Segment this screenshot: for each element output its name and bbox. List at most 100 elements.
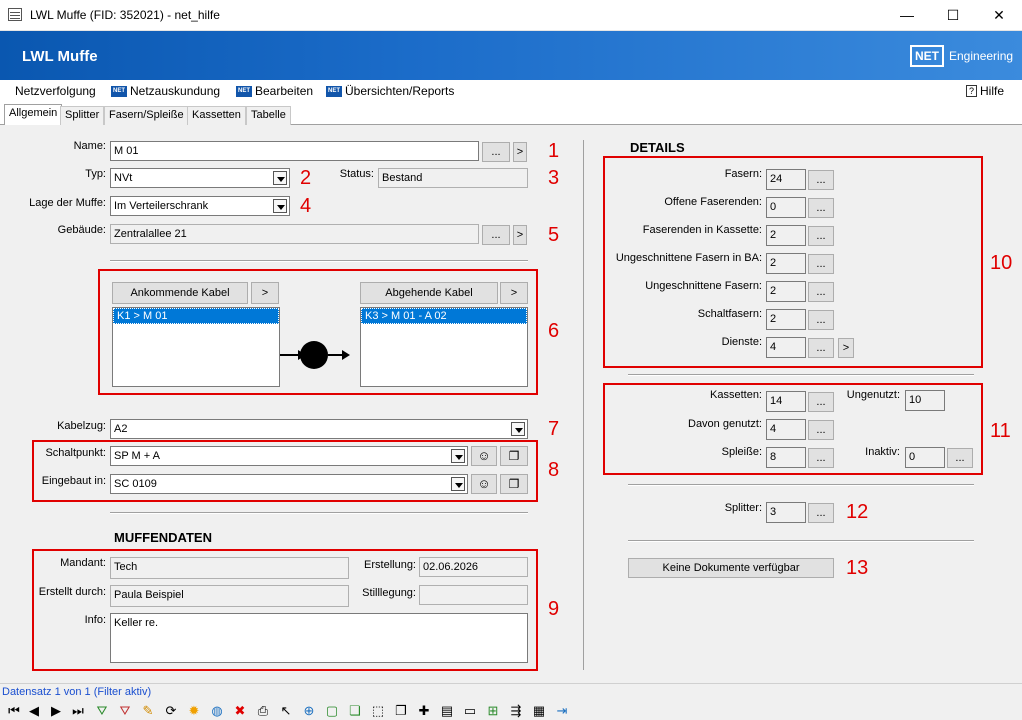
details-goto-button[interactable]: > — [838, 338, 854, 358]
incoming-cables-list[interactable]: K1 > M 01 — [112, 307, 280, 387]
details-browse-button[interactable]: ... — [808, 226, 834, 246]
info-label: Info: — [84, 614, 106, 626]
details-browse-button[interactable]: ... — [808, 310, 834, 330]
details-browse-button[interactable]: ... — [808, 198, 834, 218]
name-goto-button[interactable]: > — [513, 142, 527, 162]
delete-icon[interactable]: ✖ — [232, 703, 248, 719]
filter-add-icon[interactable]: ⛛ — [94, 703, 110, 719]
menu-netzauskundung[interactable]: NET Netzauskundung — [111, 84, 220, 98]
chevron-down-icon — [511, 422, 525, 436]
pencil-icon[interactable]: ✎ — [140, 703, 156, 719]
splitter-browse-button[interactable]: ... — [808, 503, 834, 523]
spleisse-label: Spleiße: — [721, 446, 762, 458]
menu-uebersichten[interactable]: NET Übersichten/Reports — [326, 84, 454, 98]
details-browse-button[interactable]: ... — [808, 254, 834, 274]
sun-icon[interactable]: ✹ — [186, 703, 202, 719]
info-textarea[interactable]: Keller re. — [110, 613, 528, 663]
net-icon: NET — [326, 85, 342, 97]
annotation-12: 12 — [846, 501, 869, 523]
layer-icon[interactable]: ▢ — [324, 703, 340, 719]
copy-icon[interactable]: ❏ — [347, 703, 363, 719]
new-icon[interactable]: ✚ — [416, 703, 432, 719]
gebaeude-browse-button[interactable]: ... — [482, 225, 510, 245]
tab-splitter[interactable]: Splitter — [60, 106, 105, 125]
lage-select[interactable]: Im Verteilerschrank — [110, 196, 290, 216]
chevron-down-icon — [273, 199, 287, 213]
menu-hilfe[interactable]: ? Hilfe — [966, 84, 1004, 98]
list-item[interactable]: K1 > M 01 — [113, 308, 279, 324]
refresh-icon[interactable]: ⟳ — [163, 703, 179, 719]
tab-fasern-spleisse[interactable]: Fasern/Spleiße — [104, 106, 189, 125]
details-label: Schaltfasern: — [697, 308, 762, 320]
window-icon[interactable]: ❐ — [500, 446, 528, 466]
list-item[interactable]: K3 > M 01 - A 02 — [361, 308, 527, 324]
filter-icon[interactable]: ⛛ — [117, 703, 133, 719]
ungenutzt-label: Ungenutzt: — [846, 389, 900, 401]
select-icon[interactable]: ⬚ — [370, 703, 386, 719]
doc-icon[interactable]: ▤ — [439, 703, 455, 719]
spleisse-browse-button[interactable]: ... — [808, 448, 834, 468]
annotation-5: 5 — [548, 224, 560, 246]
last-record-icon[interactable]: ⏭ — [70, 703, 86, 719]
clone-icon[interactable]: ❐ — [393, 703, 409, 719]
search-icon[interactable]: ☺ — [471, 446, 497, 466]
typ-select[interactable]: NVt — [110, 168, 290, 188]
gebaeude-goto-button[interactable]: > — [513, 225, 527, 245]
erstellung-field: 02.06.2026 — [419, 557, 528, 577]
name-input[interactable]: M 01 — [110, 141, 479, 161]
exit-icon[interactable]: ⇥ — [554, 703, 570, 719]
tab-kassetten[interactable]: Kassetten — [187, 106, 246, 125]
table-icon[interactable]: ▦ — [531, 703, 547, 719]
status-label: Status: — [339, 168, 374, 180]
next-record-icon[interactable]: ▶ — [48, 703, 64, 719]
kassetten-browse-button[interactable]: ... — [808, 392, 834, 412]
page-icon[interactable]: ▭ — [462, 703, 478, 719]
tab-tabelle[interactable]: Tabelle — [246, 106, 291, 125]
annotation-1: 1 — [548, 140, 560, 162]
details-browse-button[interactable]: ... — [808, 338, 834, 358]
details-value-field: 2 — [766, 253, 806, 274]
chevron-down-icon — [451, 477, 465, 491]
menu-netzverfolgung[interactable]: Netzverfolgung — [15, 84, 96, 98]
chevron-down-icon — [273, 171, 287, 185]
chevron-down-icon — [451, 449, 465, 463]
details-value-field: 2 — [766, 281, 806, 302]
minimize-button[interactable]: — — [884, 0, 930, 31]
annotation-11: 11 — [990, 420, 1011, 442]
kabelzug-label: Kabelzug: — [57, 420, 106, 432]
outgoing-cables-button[interactable]: Abgehende Kabel — [360, 282, 498, 304]
globe-icon[interactable]: ◍ — [209, 703, 225, 719]
name-browse-button[interactable]: ... — [482, 142, 510, 162]
add-icon[interactable]: ⊞ — [485, 703, 501, 719]
incoming-cables-button[interactable]: Ankommende Kabel — [112, 282, 248, 304]
genutzt-browse-button[interactable]: ... — [808, 420, 834, 440]
close-button[interactable]: ✕ — [976, 0, 1022, 31]
pointer-icon[interactable]: ↖ — [278, 703, 294, 719]
window-icon[interactable]: ❐ — [500, 474, 528, 494]
menu-bearbeiten[interactable]: NET Bearbeiten — [236, 84, 313, 98]
zoom-icon[interactable]: ⊕ — [301, 703, 317, 719]
maximize-button[interactable]: ☐ — [930, 0, 976, 31]
tab-allgemein[interactable]: Allgemein — [4, 104, 63, 126]
first-record-icon[interactable]: ⏮ — [6, 703, 22, 719]
outgoing-cables-list[interactable]: K3 > M 01 - A 02 — [360, 307, 528, 387]
header-banner: LWL Muffe NET Engineering — [0, 31, 1022, 80]
kabelzug-select[interactable]: A2 — [110, 419, 528, 439]
stilllegung-field — [419, 585, 528, 605]
outgoing-goto-button[interactable]: > — [500, 282, 528, 304]
search-icon[interactable]: ☺ — [471, 474, 497, 494]
net-icon: NET — [236, 85, 252, 97]
split-icon[interactable]: ⇶ — [508, 703, 524, 719]
previous-record-icon[interactable]: ◀ — [26, 703, 42, 719]
eingebaut-select[interactable]: SC 0109 — [110, 474, 468, 494]
details-header: DETAILS — [630, 140, 685, 155]
separator — [628, 374, 974, 376]
documents-button[interactable]: Keine Dokumente verfügbar — [628, 558, 834, 578]
details-browse-button[interactable]: ... — [808, 170, 834, 190]
incoming-goto-button[interactable]: > — [251, 282, 279, 304]
details-browse-button[interactable]: ... — [808, 282, 834, 302]
splitter-field: 3 — [766, 502, 806, 523]
schaltpunkt-select[interactable]: SP M + A — [110, 446, 468, 466]
inaktiv-browse-button[interactable]: ... — [947, 448, 973, 468]
print-icon[interactable]: ⎙ — [255, 703, 271, 719]
